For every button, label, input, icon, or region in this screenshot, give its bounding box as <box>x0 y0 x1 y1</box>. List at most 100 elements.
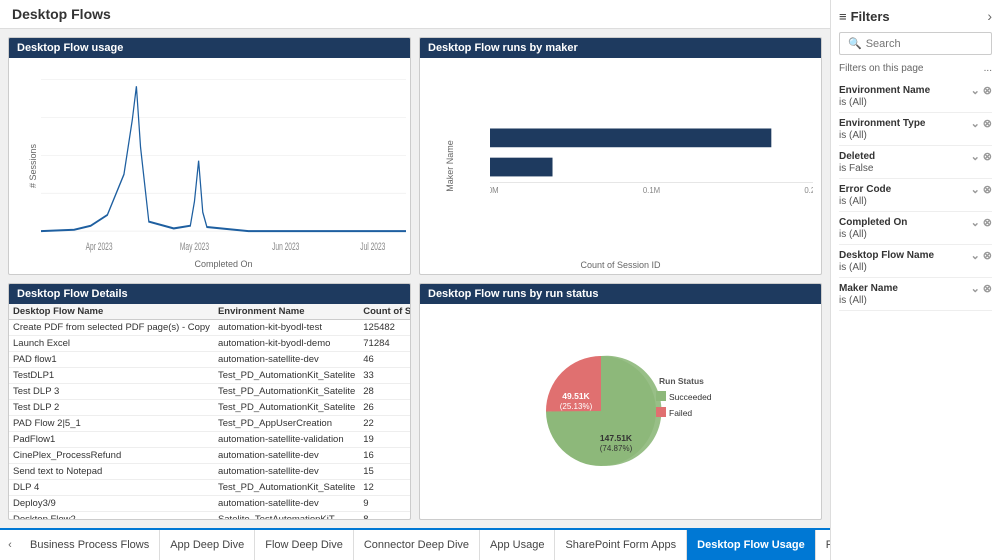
cell-count: 33 <box>359 367 410 383</box>
table-row[interactable]: Launch Excel automation-kit-byodl-demo 7… <box>9 335 410 351</box>
page-header: Desktop Flows <box>0 0 830 29</box>
filter-environment-type[interactable]: Environment Type ⌄ ⊗ is (All) <box>839 113 992 146</box>
cell-count: 28 <box>359 383 410 399</box>
table-row[interactable]: Deploy3/9 automation-satellite-dev 9 5/1… <box>9 495 410 511</box>
filter-label: Maker Name ⌄ ⊗ <box>839 282 992 295</box>
table-row[interactable]: Test DLP 2 Test_PD_AutomationKit_Satelit… <box>9 399 410 415</box>
cell-count: 8 <box>359 511 410 519</box>
svg-text:Jul 2023: Jul 2023 <box>360 240 385 252</box>
tab-flow-deep-dive[interactable]: Flow Deep Dive <box>255 530 354 560</box>
filter-error-code[interactable]: Error Code ⌄ ⊗ is (All) <box>839 179 992 212</box>
filter-icons: ⌄ ⊗ <box>971 183 992 196</box>
filter-value: is (All) <box>839 97 992 108</box>
run-status-area: 49.51K (25.13%) 147.51K (74.87%) Succeed… <box>420 304 821 520</box>
maker-chart-area: Maker Name Nestor Wilks Nathan Rigby 0.0… <box>420 58 821 274</box>
table-row[interactable]: TestDLP1 Test_PD_AutomationKit_Satelite … <box>9 367 410 383</box>
svg-text:(25.13%): (25.13%) <box>559 402 592 411</box>
filter-deleted[interactable]: Deleted ⌄ ⊗ is False <box>839 146 992 179</box>
tab-nav-left[interactable]: ‹ <box>0 530 20 560</box>
filter-label: Error Code ⌄ ⊗ <box>839 183 992 196</box>
cell-env: Test_PD_AutomationKit_Satelite <box>214 479 359 495</box>
filter-clear-icon: ⊗ <box>983 150 992 163</box>
filter-icons: ⌄ ⊗ <box>971 249 992 262</box>
cell-env: automation-satellite-validation <box>214 431 359 447</box>
tab-power-apps-adoption[interactable]: Power Apps Adoption <box>816 530 830 560</box>
filter-chevron-icon: ⌄ <box>971 183 980 196</box>
cell-env: automation-satellite-dev <box>214 495 359 511</box>
cell-env: Test_PD_AutomationKit_Satelite <box>214 383 359 399</box>
filter-icons: ⌄ ⊗ <box>971 282 992 295</box>
table-row[interactable]: PAD flow1 automation-satellite-dev 46 5/… <box>9 351 410 367</box>
cell-count: 22 <box>359 415 410 431</box>
svg-text:0.2M: 0.2M <box>804 186 813 195</box>
filter-label: Completed On ⌄ ⊗ <box>839 216 992 229</box>
filter-maker-name[interactable]: Maker Name ⌄ ⊗ is (All) <box>839 278 992 311</box>
maker-svg: Nestor Wilks Nathan Rigby 0.0M 0.1M 0.2M <box>490 66 813 254</box>
filter-environment-name[interactable]: Environment Name ⌄ ⊗ is (All) <box>839 80 992 113</box>
usage-card: Desktop Flow usage # Sessions 80K 60K 40… <box>8 37 411 275</box>
details-table-area[interactable]: Desktop Flow Name Environment Name Count… <box>9 304 410 520</box>
cell-flow-name: Test DLP 3 <box>9 383 214 399</box>
maker-y-label: Maker Name <box>445 140 455 192</box>
cell-count: 15 <box>359 463 410 479</box>
svg-text:May 2023: May 2023 <box>180 240 209 252</box>
details-card-title: Desktop Flow Details <box>9 284 410 304</box>
table-row[interactable]: Create PDF from selected PDF page(s) - C… <box>9 319 410 335</box>
filter-value: is (All) <box>839 295 992 306</box>
cell-count: 16 <box>359 447 410 463</box>
svg-text:Apr 2023: Apr 2023 <box>86 240 113 252</box>
filter-value: is (All) <box>839 262 992 273</box>
tab-desktop-flow-usage[interactable]: Desktop Flow Usage <box>687 530 816 560</box>
svg-text:Failed: Failed <box>669 408 692 418</box>
tab-app-usage[interactable]: App Usage <box>480 530 555 560</box>
maker-x-label: Count of Session ID <box>420 260 821 270</box>
main-wrapper: Desktop Flows Desktop Flow usage # Sessi… <box>0 0 1000 560</box>
filter-label: Deleted ⌄ ⊗ <box>839 150 992 163</box>
filter-clear-icon: ⊗ <box>983 183 992 196</box>
cell-env: Test_PD_AutomationKit_Satelite <box>214 367 359 383</box>
filter-chevron-icon: ⌄ <box>971 117 980 130</box>
filters-header: ≡ Filters › <box>839 8 992 24</box>
filter-clear-icon: ⊗ <box>983 117 992 130</box>
filter-label: Desktop Flow Name ⌄ ⊗ <box>839 249 992 262</box>
cell-flow-name: Desktop Flow2 <box>9 511 214 519</box>
table-row[interactable]: Test DLP 3 Test_PD_AutomationKit_Satelit… <box>9 383 410 399</box>
table-row[interactable]: PadFlow1 automation-satellite-validation… <box>9 431 410 447</box>
tab-business-process-flows[interactable]: Business Process Flows <box>20 530 160 560</box>
cell-count: 12 <box>359 479 410 495</box>
search-box[interactable]: 🔍 <box>839 32 992 55</box>
filters-on-page-label: Filters on this page ... <box>839 63 992 74</box>
filter-clear-icon: ⊗ <box>983 282 992 295</box>
filter-chevron-icon: ⌄ <box>971 150 980 163</box>
cell-count: 125482 <box>359 319 410 335</box>
tab-sharepoint-form-apps[interactable]: SharePoint Form Apps <box>555 530 687 560</box>
filter-clear-icon: ⊗ <box>983 249 992 262</box>
cell-flow-name: PAD Flow 2|5_1 <box>9 415 214 431</box>
svg-text:Jun 2023: Jun 2023 <box>272 240 299 252</box>
table-row[interactable]: PAD Flow 2|5_1 Test_PD_AppUserCreation 2… <box>9 415 410 431</box>
table-row[interactable]: Desktop Flow2 Satelite_TestAutomationKiT… <box>9 511 410 519</box>
cell-flow-name: PadFlow1 <box>9 431 214 447</box>
tab-connector-deep-dive[interactable]: Connector Deep Dive <box>354 530 480 560</box>
filter-value: is (All) <box>839 229 992 240</box>
filter-chevron-icon: ⌄ <box>971 282 980 295</box>
cell-flow-name: Test DLP 2 <box>9 399 214 415</box>
filter-clear-icon: ⊗ <box>983 84 992 97</box>
filter-desktop-flow-name[interactable]: Desktop Flow Name ⌄ ⊗ is (All) <box>839 245 992 278</box>
cell-env: Test_PD_AppUserCreation <box>214 415 359 431</box>
svg-text:147.51K: 147.51K <box>599 433 632 443</box>
cell-flow-name: TestDLP1 <box>9 367 214 383</box>
table-row[interactable]: CinePlex_ProcessRefund automation-satell… <box>9 447 410 463</box>
table-row[interactable]: DLP 4 Test_PD_AutomationKit_Satelite 12 … <box>9 479 410 495</box>
cell-count: 9 <box>359 495 410 511</box>
search-input[interactable] <box>866 38 983 50</box>
tab-app-deep-dive[interactable]: App Deep Dive <box>160 530 255 560</box>
filter-completed-on[interactable]: Completed On ⌄ ⊗ is (All) <box>839 212 992 245</box>
filter-clear-icon: ⊗ <box>983 216 992 229</box>
filter-label: Environment Name ⌄ ⊗ <box>839 84 992 97</box>
dashboard-body: Desktop Flow usage # Sessions 80K 60K 40… <box>0 29 830 528</box>
content-area: Desktop Flows Desktop Flow usage # Sessi… <box>0 0 830 560</box>
filters-close-btn[interactable]: › <box>987 8 992 24</box>
table-row[interactable]: Send text to Notepad automation-satellit… <box>9 463 410 479</box>
cell-env: automation-satellite-dev <box>214 447 359 463</box>
